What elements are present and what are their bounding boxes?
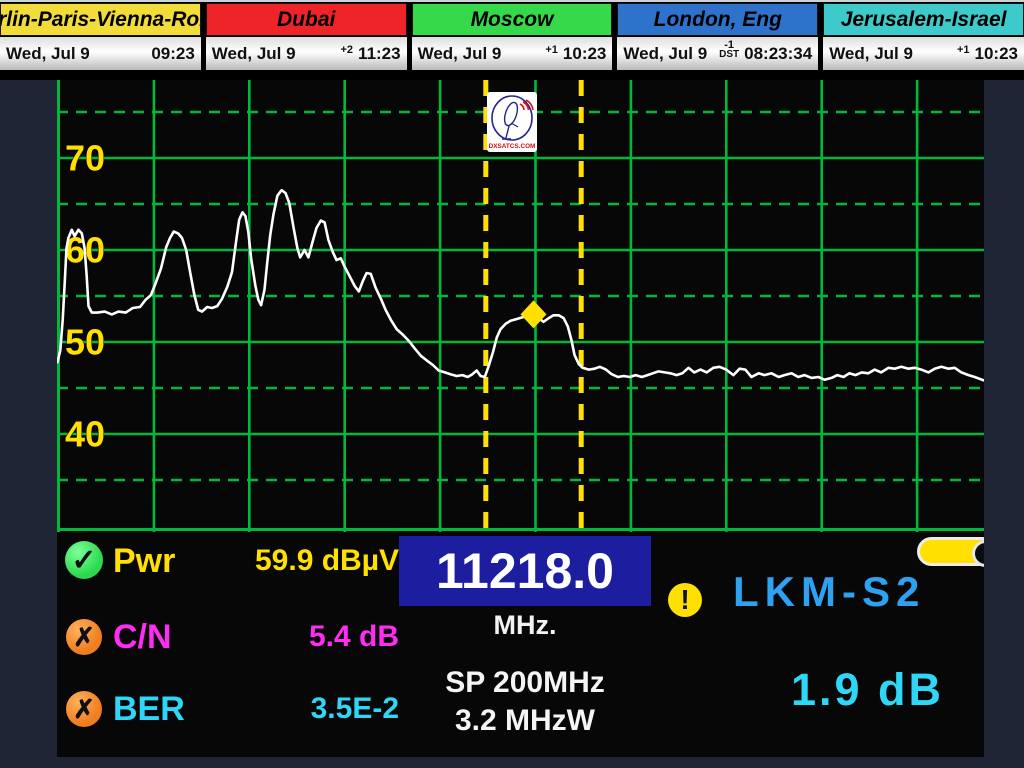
marker-diamond[interactable] [521,300,547,328]
clock-date: Wed, Jul 9 [829,44,913,64]
ber-value: 3.5E-2 [187,692,399,726]
modulation-standard: LKM-S2 [733,568,925,616]
clock-time: 10:23 [563,44,606,64]
city-name: Berlin-Paris-Vienna-Roma [0,3,201,36]
pwr-label: Pwr [113,542,175,581]
utc-offset: +1 [957,45,970,55]
city-name: London, Eng [617,3,818,36]
ber-fail-icon: ✗ [66,691,102,727]
cn-fail-icon: ✗ [66,619,102,655]
y-axis-tick: 70 [65,138,105,179]
clock-panel-london: London, Eng Wed, Jul 9 -1 DST 08:23:34 [617,2,818,80]
clock-date: Wed, Jul 9 [623,44,707,64]
cn-label: C/N [113,618,172,657]
clock-time: 09:23 [151,44,194,64]
y-axis-tick: 80 [65,80,105,87]
clock-panel-jerusalem: Jerusalem-Israel Wed, Jul 9 +1 10:23 [823,2,1024,80]
utc-offset: +2 [341,45,354,55]
frequency-display[interactable]: 11218.0 [399,536,651,606]
frequency-unit: MHz. [399,610,651,641]
span-label: SP 200MHz [399,666,651,700]
satellite-dish-icon: DXSATCS.COM [487,92,537,152]
clock-panel-berlin: Berlin-Paris-Vienna-Roma Wed, Jul 9 09:2… [0,2,201,80]
clock-time: 11:23 [358,44,401,64]
clock-panel-moscow: Moscow Wed, Jul 9 +1 10:23 [412,2,613,80]
clock-time: 10:23 [975,44,1018,64]
clock-panel-dubai: Dubai Wed, Jul 9 +2 11:23 [206,2,407,80]
world-clock-bar: Berlin-Paris-Vienna-Roma Wed, Jul 9 09:2… [0,0,1024,80]
analyzer-panel: 8070605040 DXSATCS.COM ✓ Pwr 59.9 dBµV 1… [57,80,984,757]
lock-ok-icon: ✓ [65,541,103,579]
clock-time: 08:23:34 [744,44,812,64]
spectrum-plot: 8070605040 DXSATCS.COM [57,80,984,532]
bandwidth-label: 3.2 MHzW [399,704,651,738]
clock-date: Wed, Jul 9 [418,44,502,64]
pwr-value: 59.9 dBµV [187,544,399,578]
cn-value: 5.4 dB [187,620,399,654]
clock-date: Wed, Jul 9 [212,44,296,64]
utc-offset: +1 [545,45,558,55]
dxsatcs-logo: DXSATCS.COM [487,92,537,152]
link-margin-value: 1.9 dB [791,664,944,716]
city-name: Moscow [412,3,613,36]
y-axis-tick: 50 [65,322,105,363]
ber-label: BER [113,690,185,729]
city-name: Dubai [206,3,407,36]
utc-offset: -1 DST [719,40,739,59]
logo-text: DXSATCS.COM [489,143,536,150]
city-name: Jerusalem-Israel [823,3,1024,36]
y-axis-tick: 40 [65,414,105,455]
power-toggle[interactable] [917,537,984,566]
warning-icon: ! [668,583,702,617]
clock-date: Wed, Jul 9 [6,44,90,64]
toggle-knob[interactable] [972,540,984,567]
